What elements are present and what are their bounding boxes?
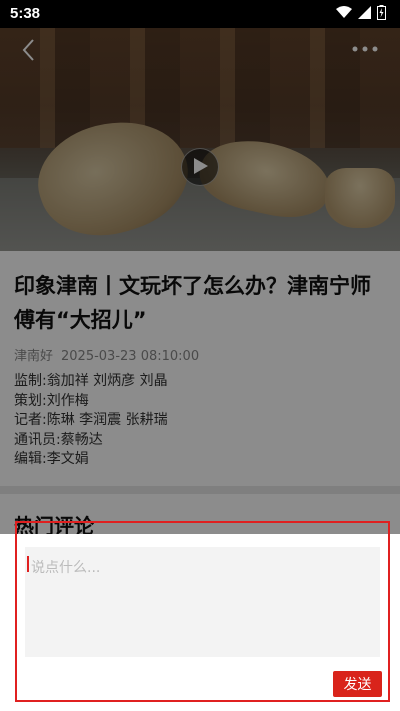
comment-input-sheet: 发送: [0, 534, 400, 711]
text-cursor: [27, 556, 29, 572]
status-time: 5:38: [10, 5, 41, 22]
send-button[interactable]: 发送: [333, 671, 382, 697]
wifi-icon: [336, 6, 352, 18]
status-bar: 5:38: [0, 0, 400, 28]
battery-icon: [377, 5, 386, 20]
signal-icon: [358, 6, 371, 19]
comment-input[interactable]: [25, 547, 380, 657]
status-icons: [336, 5, 386, 20]
